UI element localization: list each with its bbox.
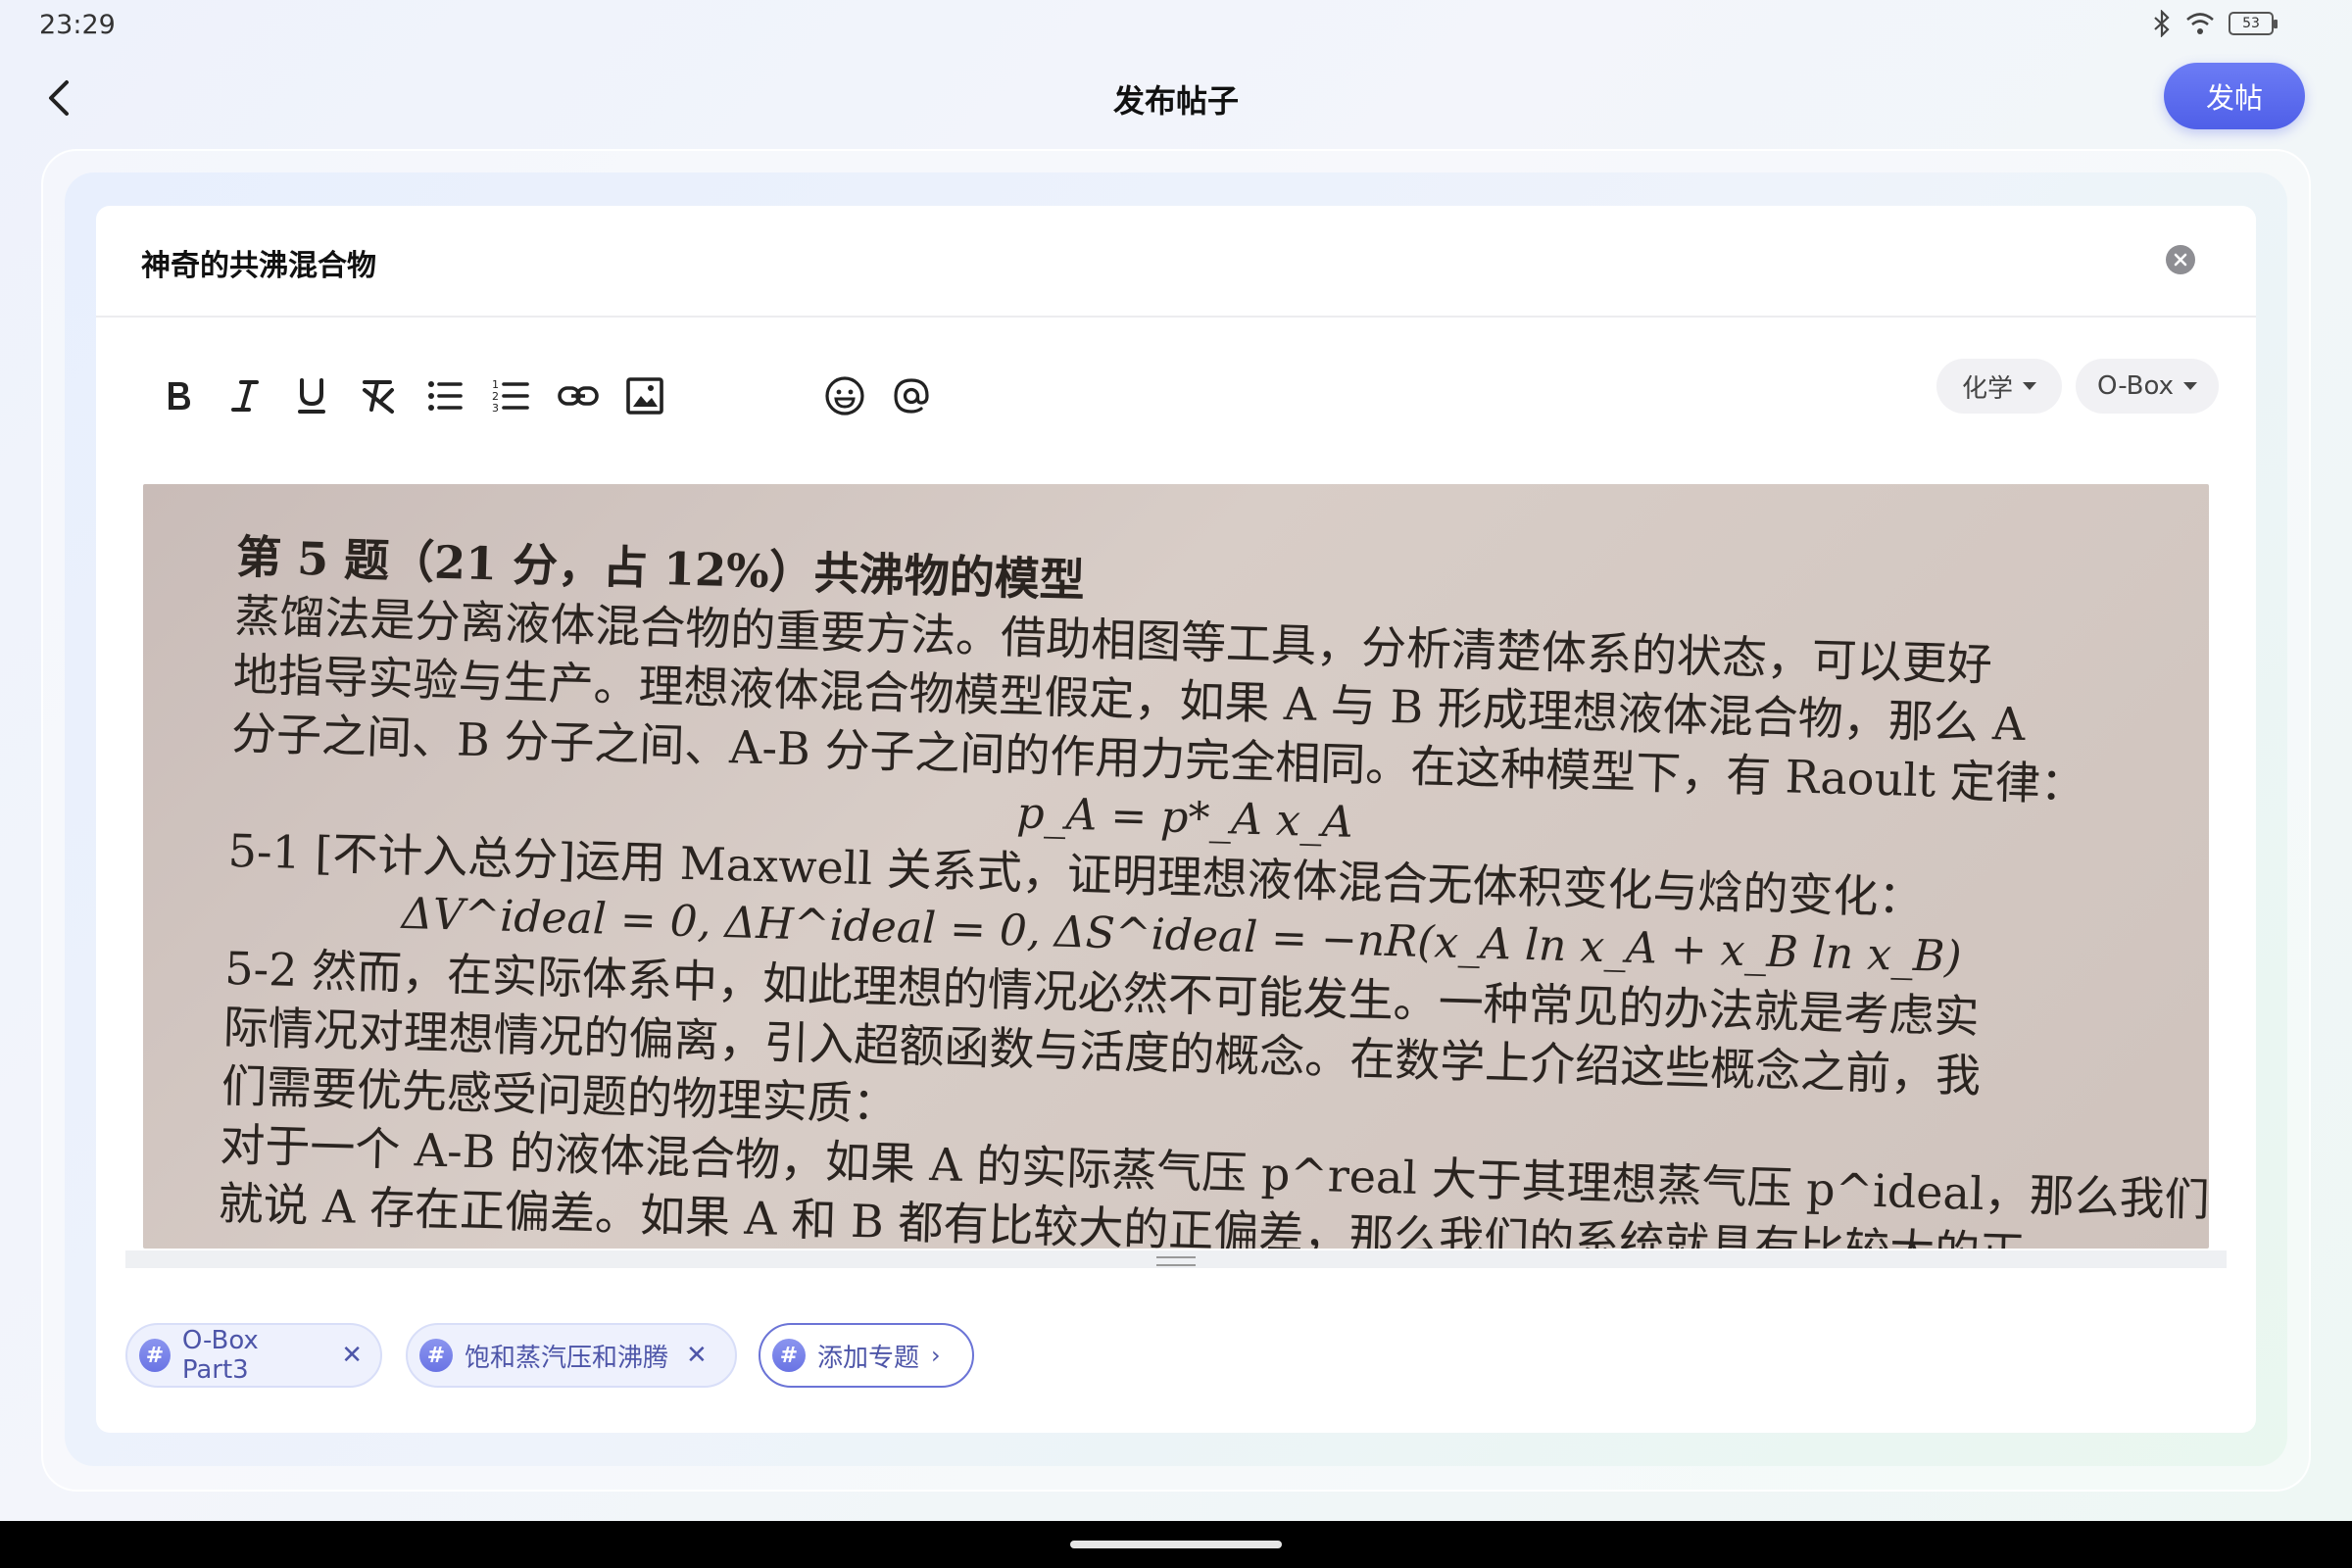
clear-title-button[interactable] bbox=[2166, 245, 2195, 274]
category-selector[interactable]: 化学 bbox=[1936, 359, 2062, 414]
category-label: 化学 bbox=[1961, 373, 2013, 404]
status-time: 23:29 bbox=[39, 10, 116, 40]
resize-handle[interactable] bbox=[1156, 1256, 1196, 1266]
board-selector[interactable]: O-Box bbox=[2076, 359, 2219, 414]
remove-tag-icon[interactable]: ✕ bbox=[686, 1341, 708, 1370]
svg-text:3: 3 bbox=[492, 402, 499, 415]
battery-icon: 53 bbox=[2229, 12, 2278, 35]
wifi-icon bbox=[2186, 13, 2214, 34]
clear-format-icon bbox=[363, 380, 394, 414]
system-nav-bar bbox=[0, 1521, 2352, 1568]
clear-format-button[interactable] bbox=[349, 357, 408, 435]
board-label: O-Box bbox=[2097, 371, 2174, 401]
image-icon bbox=[626, 377, 663, 415]
mention-icon bbox=[894, 378, 929, 414]
chevron-down-icon bbox=[2023, 382, 2036, 390]
emoji-icon bbox=[825, 376, 864, 416]
italic-button[interactable] bbox=[216, 357, 274, 435]
link-icon bbox=[558, 386, 599, 406]
status-icons: 53 bbox=[2152, 10, 2278, 37]
battery-level: 53 bbox=[2242, 16, 2260, 31]
link-button[interactable] bbox=[549, 357, 608, 435]
chevron-down-icon bbox=[2182, 382, 2197, 390]
image-button[interactable] bbox=[615, 357, 674, 435]
bluetooth-icon bbox=[2154, 10, 2170, 37]
add-topic-button[interactable]: # 添加专题 › bbox=[759, 1323, 974, 1388]
topic-tag-label: 饱和蒸汽压和沸腾 bbox=[465, 1343, 669, 1373]
home-indicator[interactable] bbox=[1070, 1541, 1282, 1548]
status-bar: 23:29 53 bbox=[0, 0, 2352, 49]
divider bbox=[96, 316, 2256, 318]
bold-icon bbox=[169, 382, 190, 410]
topic-tag[interactable]: # O-Box Part3 ✕ bbox=[125, 1323, 382, 1388]
underline-icon bbox=[298, 378, 325, 414]
add-topic-label: 添加专题 bbox=[817, 1343, 920, 1373]
italic-icon bbox=[231, 380, 259, 412]
close-icon bbox=[2174, 253, 2187, 267]
numbered-list-button[interactable]: 123 bbox=[482, 357, 541, 435]
underline-button[interactable] bbox=[282, 357, 341, 435]
header: 发布帖子 发帖 bbox=[0, 59, 2352, 137]
photo-text: 第 5 题（21 分，占 12%）共沸物的模型 蒸馏法是分离液体混合物的重要方法… bbox=[218, 527, 2209, 1249]
emoji-button[interactable] bbox=[815, 357, 874, 435]
page-title: 发布帖子 bbox=[1112, 82, 1239, 120]
bullet-list-button[interactable] bbox=[416, 357, 474, 435]
numbered-list-icon: 123 bbox=[492, 378, 529, 415]
bold-button[interactable] bbox=[149, 357, 208, 435]
embedded-photo[interactable]: 第 5 题（21 分，占 12%）共沸物的模型 蒸馏法是分离液体混合物的重要方法… bbox=[143, 484, 2209, 1249]
mention-button[interactable] bbox=[882, 357, 941, 435]
post-title-input[interactable]: 神奇的共沸混合物 bbox=[141, 241, 376, 284]
hash-icon: # bbox=[772, 1339, 806, 1372]
hash-icon: # bbox=[419, 1339, 453, 1372]
chevron-right-icon: › bbox=[931, 1342, 941, 1369]
topic-tag[interactable]: # 饱和蒸汽压和沸腾 ✕ bbox=[406, 1323, 737, 1388]
hash-icon: # bbox=[139, 1339, 171, 1372]
bullet-list-icon bbox=[428, 381, 463, 411]
editor-card: 神奇的共沸混合物 123 化学 O-Box 第 5 题（21 分，占 12%）共… bbox=[96, 206, 2256, 1433]
post-button[interactable]: 发帖 bbox=[2164, 63, 2305, 129]
topic-tag-label: O-Box Part3 bbox=[181, 1326, 259, 1385]
remove-tag-icon[interactable]: ✕ bbox=[341, 1341, 363, 1370]
